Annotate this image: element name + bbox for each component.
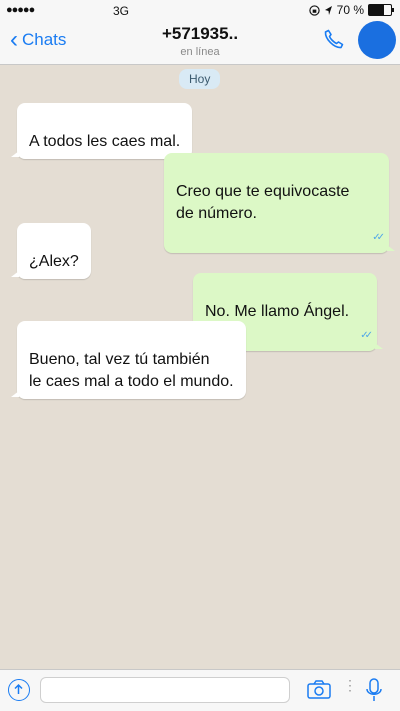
battery-level — [369, 5, 385, 15]
status-bar: ●●●●● 3G 70 % — [0, 0, 400, 22]
read-receipt-icon: ✓✓ — [360, 330, 373, 341]
battery-icon — [368, 4, 394, 16]
status-right: 70 % — [308, 3, 394, 17]
avatar[interactable] — [358, 21, 396, 59]
upload-icon[interactable] — [8, 679, 30, 701]
message-text: Bueno, tal vez tú también le caes mal a … — [29, 351, 234, 390]
message-bubble-incoming[interactable]: A todos les caes mal. — [10, 103, 193, 159]
message-text: ¿Alex? — [29, 253, 79, 270]
message-input[interactable] — [40, 677, 290, 703]
phone-icon[interactable] — [322, 27, 346, 51]
message-bubble-outgoing[interactable]: Creo que te equivocaste de número. ✓✓ — [164, 153, 395, 253]
date-label: Hoy — [179, 69, 221, 89]
read-receipt-icon: ✓✓ — [372, 232, 385, 243]
location-icon — [324, 5, 332, 15]
message-bubble-incoming[interactable]: ¿Alex? — [11, 223, 91, 279]
chat-header: ‹ Chats +571935.. en línea — [0, 21, 400, 65]
chat-area[interactable]: Hoy A todos les caes mal. Creo que te eq… — [0, 65, 400, 669]
message-text: No. Me llamo Ángel. — [205, 303, 350, 320]
message-bubble-incoming[interactable]: Bueno, tal vez tú también le caes mal a … — [11, 321, 246, 399]
network-type: 3G — [113, 4, 130, 18]
battery-percent: 70 % — [336, 3, 364, 17]
lock-rotation-icon — [308, 4, 320, 16]
signal-strength-icon: ●●●●● — [6, 4, 35, 16]
camera-icon[interactable] — [306, 679, 332, 701]
microphone-icon[interactable] — [364, 677, 384, 703]
arrow-up-icon — [14, 683, 23, 694]
message-text: Creo que te equivocaste de número. — [176, 183, 350, 222]
message-text: A todos les caes mal. — [29, 133, 181, 150]
message-composer: ⋮ — [0, 669, 400, 711]
separator-dots: ⋮ — [343, 677, 357, 693]
